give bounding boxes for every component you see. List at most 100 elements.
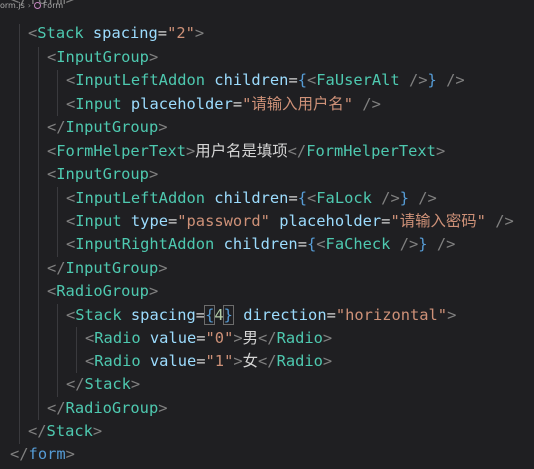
breadcrumb-file[interactable]: orm.js xyxy=(0,1,25,10)
text-cursor xyxy=(232,306,234,323)
breadcrumb: orm.js › Form xyxy=(0,0,534,11)
code-editor[interactable]: orm.js›Form </form> <Stack spacing="2"> … xyxy=(0,0,534,469)
bracket-text: > xyxy=(447,306,457,324)
string-value: "请输入用户名" xyxy=(242,95,354,113)
bracket-text: < xyxy=(85,352,95,370)
operator-text: = xyxy=(326,306,336,324)
bracket-text: > xyxy=(233,329,243,347)
operator-text: = xyxy=(196,352,206,370)
bracket-text: < xyxy=(66,95,76,113)
tag-name: InputRightAddon xyxy=(75,235,215,253)
brace-text: } xyxy=(399,189,409,207)
bracket-text: < xyxy=(47,142,57,160)
tag-name: InputLeftAddon xyxy=(75,71,206,89)
code-line[interactable]: <InputLeftAddon children={<FaUserAlt />}… xyxy=(66,69,465,93)
brace-text: { xyxy=(297,189,307,207)
attr-name: children xyxy=(214,189,289,207)
attr-name: spacing xyxy=(130,306,196,324)
code-line[interactable]: <FormHelperText>用户名是填项</FormHelperText> xyxy=(47,140,445,164)
indent-guide xyxy=(57,304,58,397)
jsx-text: 男 xyxy=(242,329,259,347)
code-line[interactable]: <InputLeftAddon children={<FaLock />} /> xyxy=(66,187,437,211)
code-line[interactable]: <InputGroup> xyxy=(47,163,158,187)
bracket-text: < xyxy=(66,235,76,253)
code-line[interactable]: <Radio value="1">女</Radio> xyxy=(85,350,332,374)
string-value: "请输入密码" xyxy=(390,212,486,230)
bracket-text: /> xyxy=(495,212,514,230)
bracket-text: </ xyxy=(258,352,277,370)
bracket-text: </ xyxy=(47,399,66,417)
tag-name: InputGroup xyxy=(65,118,159,136)
tag-name: Radio xyxy=(94,329,141,347)
attr-name: children xyxy=(214,71,289,89)
bracket-text: </ xyxy=(47,259,66,277)
code-line[interactable]: </InputGroup> xyxy=(47,116,168,140)
operator-text: = xyxy=(232,95,243,113)
brace-text: { xyxy=(306,235,317,253)
code-line[interactable]: <Stack spacing="2"> xyxy=(28,22,204,46)
indent-guide xyxy=(19,24,20,444)
code-line[interactable]: </Stack> xyxy=(66,373,140,397)
code-line[interactable]: <InputGroup> xyxy=(47,46,158,70)
string-value: "horizontal" xyxy=(335,306,448,324)
attr-name: value xyxy=(149,329,197,347)
jsx-text: 女 xyxy=(242,352,259,370)
tag-name: Radio xyxy=(276,329,323,347)
attr-name: placeholder xyxy=(130,95,233,113)
bracket-text: < xyxy=(66,189,76,207)
tag-name: Stack xyxy=(84,375,131,393)
bracket-text: < xyxy=(66,212,76,230)
attr-name: placeholder xyxy=(279,212,382,230)
code-line[interactable]: <InputRightAddon children={<FaCheck />} … xyxy=(66,233,455,257)
tag-name: Input xyxy=(75,95,122,113)
number-value: 4 xyxy=(214,306,224,324)
operator-text: = xyxy=(297,235,307,253)
bracket-text: > xyxy=(158,259,168,277)
indent-guide xyxy=(38,47,39,420)
symbol-icon xyxy=(33,2,41,9)
code-line[interactable]: <Stack spacing={4} direction="horizontal… xyxy=(66,304,456,328)
bracket-text: < xyxy=(47,48,57,66)
string-value: "password" xyxy=(177,212,270,230)
bracket-text: > xyxy=(148,282,159,300)
brace-text: { xyxy=(204,305,216,325)
string-value: "0" xyxy=(205,329,234,347)
operator-text: = xyxy=(157,24,168,42)
tag-name: InputLeftAddon xyxy=(75,189,206,207)
code-line[interactable]: <RadioGroup> xyxy=(47,280,158,304)
bracket-text: /> xyxy=(446,71,465,89)
bracket-text: < xyxy=(47,282,57,300)
bracket-text: > xyxy=(194,24,205,42)
breadcrumb-symbol[interactable]: Form xyxy=(43,1,63,10)
bracket-text: < xyxy=(307,189,317,207)
bracket-text: > xyxy=(322,329,333,347)
code-line[interactable]: </RadioGroup> xyxy=(47,397,168,421)
code-line[interactable]: <Input type="password" placeholder="请输入密… xyxy=(66,210,514,234)
brace-text: } xyxy=(418,235,428,253)
bracket-text: > xyxy=(158,399,168,417)
bracket-text: < xyxy=(28,24,38,42)
bracket-text: < xyxy=(66,306,76,324)
code-line[interactable]: </InputGroup> xyxy=(47,257,168,281)
bracket-text: > xyxy=(148,165,159,183)
tag-name: FaUserAlt xyxy=(316,71,400,89)
bracket-text: </ xyxy=(47,118,66,136)
bracket-text: /> xyxy=(418,189,437,207)
breadcrumb-separator: › xyxy=(27,1,31,10)
operator-text: = xyxy=(196,329,206,347)
code-line[interactable]: <Radio value="0">男</Radio> xyxy=(85,327,332,351)
bracket-text: < xyxy=(47,165,57,183)
indent-guide xyxy=(76,327,77,373)
bracket-text: > xyxy=(322,352,333,370)
bracket-text: < xyxy=(66,71,76,89)
operator-text: = xyxy=(288,71,298,89)
brace-text: { xyxy=(297,71,307,89)
code-line[interactable]: <Input placeholder="请输入用户名" /> xyxy=(66,93,381,117)
code-line[interactable]: </form> xyxy=(10,443,75,467)
code-line[interactable]: </Stack> xyxy=(28,420,102,444)
tag-name: InputGroup xyxy=(56,165,149,183)
string-value: "2" xyxy=(167,24,195,42)
tag-name: FaLock xyxy=(316,189,372,207)
tag-name: FaCheck xyxy=(325,235,391,253)
attr-name: direction xyxy=(243,306,327,324)
